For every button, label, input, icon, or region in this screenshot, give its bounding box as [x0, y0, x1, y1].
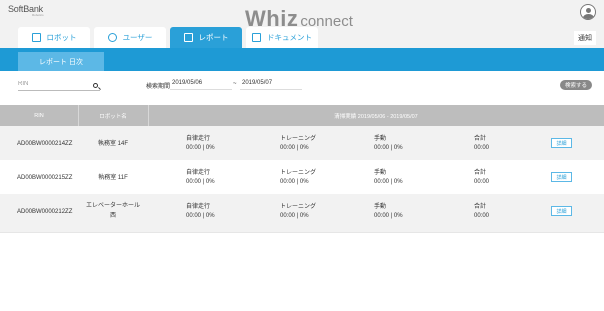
stat-autonomous: 自律走行 00:00 | 0%: [186, 204, 215, 219]
search-button[interactable]: 検索する: [560, 80, 592, 90]
header-robot-name: ロボット名: [99, 113, 127, 120]
search-icon[interactable]: [93, 83, 98, 88]
tab-report[interactable]: レポート: [170, 27, 242, 48]
stat-training: トレーニング 00:00 | 0%: [280, 170, 317, 185]
stat-total: 合計 00:00: [474, 136, 490, 151]
tab-document[interactable]: ドキュメント: [246, 27, 318, 48]
robot-icon: [31, 33, 41, 42]
brand-subtitle: Robotics: [32, 13, 44, 17]
tab-daily-report[interactable]: レポート 日次: [18, 52, 104, 71]
page: SoftBank Robotics Whiz connect ロボット ユーザー …: [0, 0, 604, 311]
stat-manual: 手動 00:00 | 0%: [374, 204, 403, 219]
date-separator: ~: [233, 81, 237, 87]
detail-button[interactable]: 詳細: [551, 172, 572, 182]
stat-training: トレーニング 00:00 | 0%: [280, 136, 317, 151]
tab-user-label: ユーザー: [122, 33, 153, 42]
row-rin: AD00BW0000215ZZ: [17, 175, 73, 181]
row-robot-name: 執務室 11F: [98, 175, 128, 181]
table-row: AD00BW0000214ZZ 執務室 14F 自律走行 00:00 | 0% ト…: [0, 126, 604, 160]
softbank-logo: SoftBank Robotics: [8, 4, 44, 17]
to-date-field[interactable]: 2019/05/07: [240, 80, 302, 90]
user-icon: [107, 33, 117, 42]
document-icon: [252, 33, 261, 42]
stat-autonomous: 自律走行 00:00 | 0%: [186, 170, 215, 185]
tab-robot-label: ロボット: [46, 33, 77, 42]
detail-button[interactable]: 詳細: [551, 138, 572, 148]
rin-search-field: [18, 81, 100, 91]
table-row: AD00BW0000215ZZ 執務室 11F 自律走行 00:00 | 0% ト…: [0, 160, 604, 194]
period-label: 検索期間: [146, 84, 171, 90]
stat-total: 合計 00:00: [474, 170, 490, 185]
table-bottom-divider: [0, 232, 604, 233]
rin-search-input[interactable]: [18, 81, 88, 87]
app-header: SoftBank Robotics Whiz connect ロボット ユーザー …: [0, 0, 604, 52]
detail-button[interactable]: 詳細: [551, 206, 572, 216]
table-row: AD00BW0000212ZZ エレベーターホール西 自律走行 00:00 | 0…: [0, 194, 604, 232]
report-icon: [183, 33, 193, 42]
tab-user[interactable]: ユーザー: [94, 27, 166, 48]
stat-autonomous: 自律走行 00:00 | 0%: [186, 136, 215, 151]
stat-manual: 手動 00:00 | 0%: [374, 136, 403, 151]
notice-button[interactable]: 通知: [574, 31, 596, 45]
row-robot-name: 執務室 14F: [97, 141, 128, 147]
row-robot-name: エレベーターホール西: [85, 203, 140, 219]
user-avatar-icon[interactable]: [580, 4, 596, 20]
header-rin: RIN: [34, 112, 44, 119]
stat-training: トレーニング 00:00 | 0%: [280, 204, 317, 219]
row-rin: AD00BW0000212ZZ: [17, 209, 73, 215]
stat-total: 合計 00:00: [474, 204, 490, 219]
header-cleaning-results: 清掃実績 2019/05/06 - 2019/05/07: [334, 113, 418, 120]
stat-manual: 手動 00:00 | 0%: [374, 170, 403, 185]
tab-report-label: レポート: [198, 33, 229, 42]
tab-document-label: ドキュメント: [267, 33, 312, 42]
tab-robot[interactable]: ロボット: [18, 27, 90, 48]
from-date-field[interactable]: 2019/05/06: [170, 80, 232, 90]
row-rin: AD00BW0000214ZZ: [17, 141, 73, 147]
